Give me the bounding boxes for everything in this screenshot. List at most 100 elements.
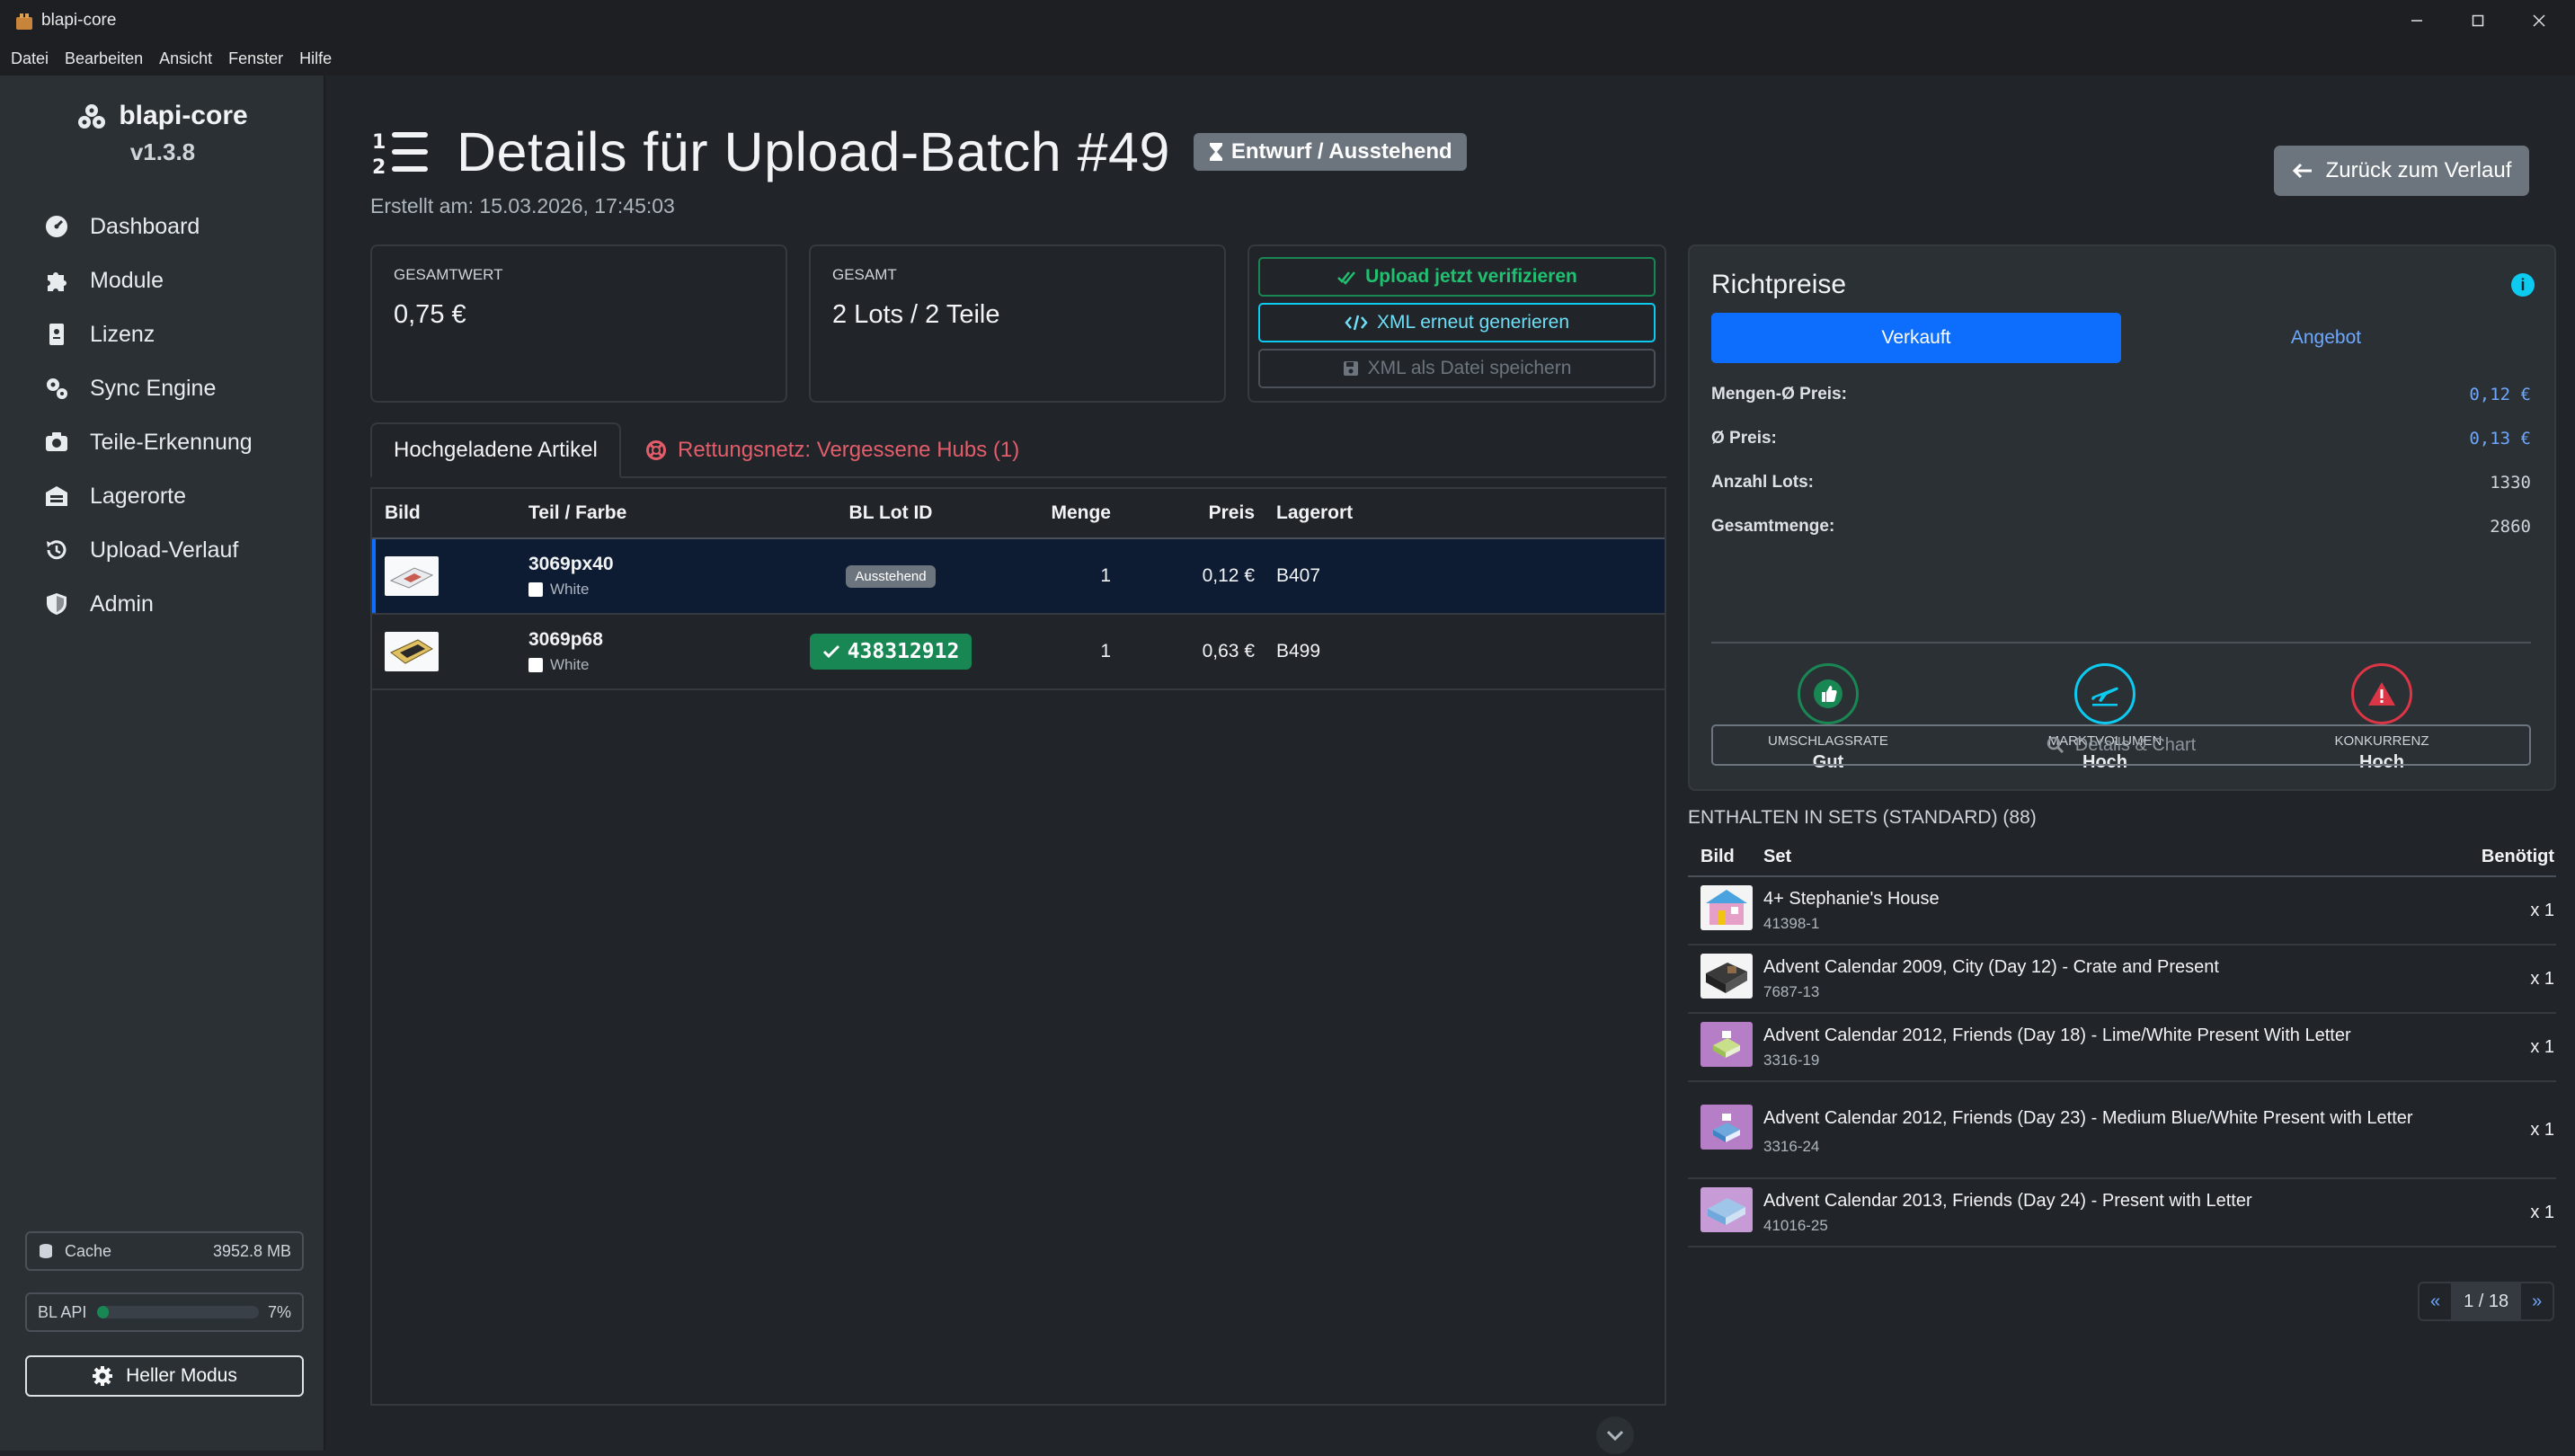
color-swatch <box>528 582 543 597</box>
page-title: Details für Upload-Batch #49 <box>457 121 1170 182</box>
set-row[interactable]: Advent Calendar 2012, Friends (Day 18) -… <box>1688 1014 2556 1082</box>
light-mode-button[interactable]: Heller Modus <box>25 1355 304 1397</box>
puzzle-icon <box>43 267 70 294</box>
logo-icon <box>78 104 106 129</box>
history-icon <box>43 537 70 564</box>
info-icon[interactable]: i <box>2511 273 2535 297</box>
gauge-icon <box>43 213 70 240</box>
pager-prev[interactable]: « <box>2420 1283 2451 1319</box>
part-color: White <box>550 581 590 598</box>
tab-uploaded-items[interactable]: Hochgeladene Artikel <box>370 422 621 478</box>
sidebar-item-admin[interactable]: Admin <box>43 577 253 631</box>
set-name: Advent Calendar 2009, City (Day 12) - Cr… <box>1763 956 2219 977</box>
menu-bar: Datei Bearbeiten Ansicht Fenster Hilfe <box>0 41 2575 75</box>
item-location: B407 <box>1276 565 1321 586</box>
set-name: Advent Calendar 2012, Friends (Day 23) -… <box>1763 1108 2413 1128</box>
part-thumbnail <box>385 556 439 596</box>
total-value-label: GESAMTWERT <box>394 266 503 283</box>
minimize-button[interactable] <box>2386 0 2447 41</box>
tab-offer[interactable]: Angebot <box>2121 313 2531 363</box>
page-header: 1 2 Details für Upload-Batch #49 Entwurf… <box>370 120 1467 183</box>
price-guide-card: Richtpreise i Verkauft Angebot Mengen-Ø … <box>1688 244 2556 791</box>
pager-next[interactable]: » <box>2521 1283 2553 1319</box>
guide-value: 2860 <box>2490 517 2531 537</box>
guide-key: Anzahl Lots: <box>1711 473 1814 492</box>
floppy-icon <box>1343 361 1358 376</box>
set-row[interactable]: 4+ Stephanie's House 41398-1 x 1 <box>1688 877 2556 946</box>
menu-ansicht[interactable]: Ansicht <box>159 49 212 68</box>
close-icon <box>2533 14 2545 27</box>
table-header: Bild Teil / Farbe BL Lot ID Menge Preis … <box>372 489 1665 539</box>
save-xml-button[interactable]: XML als Datei speichern <box>1258 349 1656 388</box>
menu-fenster[interactable]: Fenster <box>228 49 283 68</box>
total-value: 0,75 € <box>394 300 466 329</box>
sets-heading: ENTHALTEN IN SETS (STANDARD) (88) <box>1688 807 2037 828</box>
sidebar-item-lagerorte[interactable]: Lagerorte <box>43 469 253 523</box>
sidebar-item-module[interactable]: Module <box>43 253 253 307</box>
table-row[interactable]: 3069px40 White Ausstehend 1 0,12 € B407 <box>372 539 1665 615</box>
license-icon <box>43 321 70 348</box>
item-location: B499 <box>1276 641 1321 661</box>
set-id: 41016-25 <box>1763 1216 1828 1234</box>
color-swatch <box>528 658 543 672</box>
sidebar-item-sync-engine[interactable]: Sync Engine <box>43 361 253 415</box>
save-label: XML als Datei speichern <box>1367 358 1572 378</box>
item-qty: 1 <box>1100 565 1111 586</box>
col-needed: Benötigt <box>2481 846 2554 866</box>
guide-row: Gesamtmenge: 2860 <box>1711 517 2531 537</box>
database-icon <box>40 1244 52 1258</box>
maximize-button[interactable] <box>2447 0 2508 41</box>
close-window-button[interactable] <box>2508 0 2570 41</box>
set-id: 3316-24 <box>1763 1138 1820 1155</box>
regenerate-xml-button[interactable]: XML erneut generieren <box>1258 303 1656 342</box>
lot-id-badge[interactable]: 438312912 <box>809 634 972 670</box>
set-row[interactable]: Advent Calendar 2009, City (Day 12) - Cr… <box>1688 946 2556 1014</box>
divider <box>1711 642 2531 644</box>
check-double-icon <box>1337 271 1356 285</box>
total-card: GESAMT 2 Lots / 2 Teile <box>809 244 1226 403</box>
scroll-down-button[interactable] <box>1596 1416 1634 1454</box>
main-content: 1 2 Details für Upload-Batch #49 Entwurf… <box>327 75 2575 1456</box>
table-row[interactable]: 3069p68 White 438312912 1 0,63 € B499 <box>372 615 1665 690</box>
sidebar-item-dashboard[interactable]: Dashboard <box>43 200 253 253</box>
verify-upload-button[interactable]: Upload jetzt verifizieren <box>1258 257 1656 297</box>
plane-icon <box>2074 663 2135 724</box>
set-needed: x 1 <box>2530 1119 2554 1140</box>
set-needed: x 1 <box>2530 968 2554 989</box>
set-id: 7687-13 <box>1763 982 1820 1000</box>
sidebar-item-lizenz[interactable]: Lizenz <box>43 307 253 361</box>
price-guide-title: Richtpreise <box>1711 270 1847 299</box>
set-name: 4+ Stephanie's House <box>1763 888 1940 909</box>
tab-rescue-net[interactable]: Rettungsnetz: Vergessene Hubs (1) <box>624 422 1041 478</box>
warning-icon <box>2351 663 2412 724</box>
sets-table-header: Bild Set Benötigt <box>1688 838 2556 877</box>
back-to-history-button[interactable]: Zurück zum Verlauf <box>2274 146 2529 196</box>
col-location: Lagerort <box>1276 502 1354 523</box>
light-mode-label: Heller Modus <box>126 1365 237 1386</box>
set-row[interactable]: Advent Calendar 2012, Friends (Day 23) -… <box>1688 1082 2556 1179</box>
menu-hilfe[interactable]: Hilfe <box>299 49 332 68</box>
regenerate-label: XML erneut generieren <box>1376 312 1570 333</box>
menu-bearbeiten[interactable]: Bearbeiten <box>65 49 143 68</box>
item-price: 0,12 € <box>1202 565 1255 586</box>
window-title: blapi-core <box>41 11 117 30</box>
set-thumbnail <box>1700 885 1753 930</box>
tab-bar: Hochgeladene Artikel Rettungsnetz: Verge… <box>370 422 1666 478</box>
set-id: 3316-19 <box>1763 1051 1820 1069</box>
app-name: blapi-core <box>119 101 248 130</box>
set-thumbnail <box>1700 954 1753 999</box>
col-qty: Menge <box>1051 502 1111 523</box>
item-price: 0,63 € <box>1202 641 1255 661</box>
sidebar-item-teile-erkennung[interactable]: Teile-Erkennung <box>43 415 253 469</box>
camera-icon <box>43 429 70 456</box>
total-value-card: GESAMTWERT 0,75 € <box>370 244 787 403</box>
menu-datei[interactable]: Datei <box>11 49 49 68</box>
svg-text:2: 2 <box>372 156 386 177</box>
details-chart-button[interactable]: Details & Chart <box>1711 724 2531 766</box>
tab-sold[interactable]: Verkauft <box>1711 313 2121 363</box>
set-thumbnail <box>1700 1022 1753 1067</box>
col-set: Set <box>1763 846 1792 866</box>
sidebar-item-upload-verlauf[interactable]: Upload-Verlauf <box>43 523 253 577</box>
set-row[interactable]: Advent Calendar 2013, Friends (Day 24) -… <box>1688 1179 2556 1247</box>
lot-id: 438312912 <box>847 640 960 663</box>
